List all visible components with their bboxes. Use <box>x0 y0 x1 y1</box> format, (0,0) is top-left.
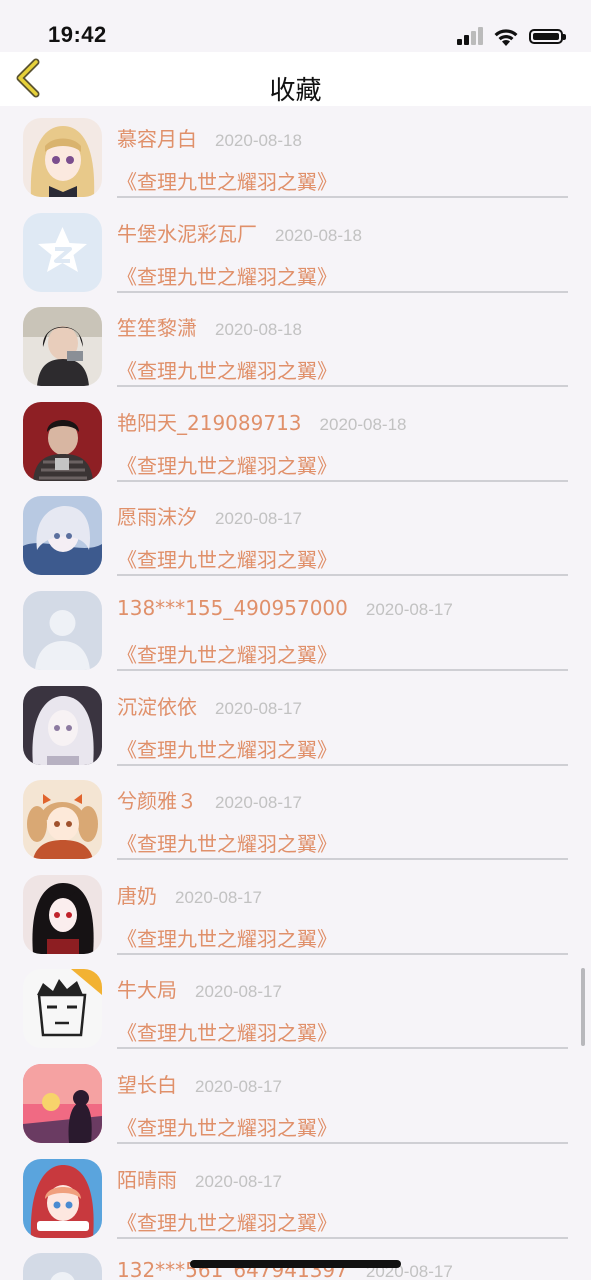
user-line: 唐奶 2020-08-17 <box>117 880 262 909</box>
divider <box>117 669 568 671</box>
favorite-date: 2020-08-17 <box>215 698 302 718</box>
avatar[interactable] <box>23 780 102 860</box>
user-line: 陌晴雨 2020-08-17 <box>117 1164 282 1193</box>
user-line: 笙笙黎潇 2020-08-18 <box>117 312 302 341</box>
user-line: 愿雨沫汐 2020-08-17 <box>117 501 302 530</box>
user-name[interactable]: 138***155_490957000 <box>117 596 348 620</box>
page-title: 收藏 <box>269 76 322 106</box>
avatar[interactable] <box>23 401 102 481</box>
favorite-item[interactable]: 唐奶 2020-08-17 《查理九世之耀羽之翼》 <box>0 863 591 958</box>
divider <box>117 385 568 388</box>
user-line: 138***155_490957000 2020-08-17 <box>117 596 453 620</box>
divider <box>117 1047 568 1050</box>
book-title-link[interactable]: 《查理九世之耀羽之翼》 <box>117 355 337 384</box>
book-title-link[interactable]: 《查理九世之耀羽之翼》 <box>117 923 337 952</box>
divider <box>117 763 568 766</box>
favorite-item[interactable]: 牛大局 2020-08-17 《查理九世之耀羽之翼》 <box>0 957 591 1052</box>
avatar[interactable] <box>23 969 102 1049</box>
status-bar: 19:42 <box>0 0 591 52</box>
favorite-item[interactable]: 艳阳天_219089713 2020-08-18 《查理九世之耀羽之翼》 <box>0 390 591 485</box>
avatar[interactable] <box>23 1158 102 1238</box>
user-name[interactable]: 望长白 <box>117 1073 177 1097</box>
book-title-link[interactable]: 《查理九世之耀羽之翼》 <box>117 1207 337 1236</box>
book-title-link[interactable]: 《查理九世之耀羽之翼》 <box>117 544 337 573</box>
user-name[interactable]: 笙笙黎潇 <box>117 316 197 340</box>
scrollbar-thumb[interactable] <box>581 968 585 1046</box>
user-name[interactable]: 艳阳天_219089713 <box>117 411 302 435</box>
cellular-signal-icon <box>457 27 485 45</box>
avatar[interactable] <box>23 1064 102 1143</box>
battery-icon <box>529 29 566 44</box>
navigation-bar: 收藏 <box>0 52 591 106</box>
user-line: 慕容月白 2020-08-18 <box>117 123 302 152</box>
avatar[interactable] <box>23 1253 102 1280</box>
user-name[interactable]: 慕容月白 <box>117 127 197 151</box>
book-title-link[interactable]: 《查理九世之耀羽之翼》 <box>117 1112 337 1141</box>
user-name[interactable]: 陌晴雨 <box>117 1168 177 1192</box>
book-title-link[interactable]: 《查理九世之耀羽之翼》 <box>117 261 337 290</box>
avatar[interactable] <box>23 874 102 954</box>
book-title-link[interactable]: 《查理九世之耀羽之翼》 <box>117 828 337 857</box>
divider <box>117 290 568 293</box>
avatar[interactable] <box>23 307 102 387</box>
divider <box>117 952 568 955</box>
favorite-item[interactable]: 慕容月白 2020-08-18 《查理九世之耀羽之翼》 <box>0 106 591 201</box>
user-line: 牛堡水泥彩瓦厂 2020-08-18 <box>117 218 362 247</box>
user-line: 兮颜雅３ 2020-08-17 <box>117 785 302 814</box>
divider <box>117 1236 568 1239</box>
book-title-link[interactable]: 《查理九世之耀羽之翼》 <box>117 166 337 195</box>
favorite-item[interactable]: 牛堡水泥彩瓦厂 2020-08-18 《查理九世之耀羽之翼》 <box>0 201 591 296</box>
favorite-date: 2020-08-18 <box>319 414 407 434</box>
user-line: 艳阳天_219089713 2020-08-18 <box>117 407 407 436</box>
favorite-date: 2020-08-17 <box>365 600 453 619</box>
favorite-item[interactable]: 望长白 2020-08-17 《查理九世之耀羽之翼》 <box>0 1052 591 1147</box>
favorite-date: 2020-08-17 <box>195 1077 282 1096</box>
user-name[interactable]: 唐奶 <box>117 884 157 908</box>
favorite-item[interactable]: 沉淀依依 2020-08-17 《查理九世之耀羽之翼》 <box>0 674 591 769</box>
favorite-date: 2020-08-17 <box>215 509 302 529</box>
avatar[interactable] <box>23 118 102 197</box>
divider <box>117 858 568 861</box>
avatar[interactable] <box>23 591 102 670</box>
avatar[interactable] <box>23 496 102 576</box>
favorite-item[interactable]: 愿雨沫汐 2020-08-17 《查理九世之耀羽之翼》 <box>0 484 591 579</box>
favorite-date: 2020-08-17 <box>175 887 262 907</box>
user-line: 牛大局 2020-08-17 <box>117 974 282 1003</box>
divider <box>117 1142 568 1144</box>
status-time: 19:42 <box>48 22 107 47</box>
favorite-date: 2020-08-18 <box>215 131 302 150</box>
user-name[interactable]: 愿雨沫汐 <box>117 505 197 529</box>
user-line: 沉淀依依 2020-08-17 <box>117 691 302 720</box>
favorite-date: 2020-08-17 <box>195 982 282 1002</box>
user-name[interactable]: 牛大局 <box>117 978 177 1002</box>
avatar[interactable] <box>23 212 102 292</box>
book-title-link[interactable]: 《查理九世之耀羽之翼》 <box>117 450 337 479</box>
user-name[interactable]: 牛堡水泥彩瓦厂 <box>117 222 257 246</box>
favorite-date: 2020-08-17 <box>215 793 302 813</box>
favorite-date: 2020-08-18 <box>275 225 362 245</box>
favorite-item[interactable]: 陌晴雨 2020-08-17 《查理九世之耀羽之翼》 <box>0 1147 591 1242</box>
home-indicator[interactable] <box>190 1260 401 1268</box>
book-title-link[interactable]: 《查理九世之耀羽之翼》 <box>117 639 337 668</box>
user-name[interactable]: 沉淀依依 <box>117 695 197 719</box>
favorite-item[interactable]: 笙笙黎潇 2020-08-18 《查理九世之耀羽之翼》 <box>0 295 591 390</box>
divider <box>117 196 568 198</box>
wifi-icon <box>494 29 518 46</box>
favorite-date: 2020-08-17 <box>195 1171 282 1191</box>
avatar[interactable] <box>23 685 102 765</box>
favorite-date: 2020-08-18 <box>215 320 302 340</box>
user-name[interactable]: 兮颜雅３ <box>117 789 197 813</box>
book-title-link[interactable]: 《查理九世之耀羽之翼》 <box>117 734 337 763</box>
favorite-item[interactable]: 兮颜雅３ 2020-08-17 《查理九世之耀羽之翼》 <box>0 768 591 863</box>
divider <box>117 574 568 577</box>
favorite-item[interactable]: 138***155_490957000 2020-08-17 《查理九世之耀羽之翼》 <box>0 579 591 674</box>
user-line: 望长白 2020-08-17 <box>117 1069 282 1098</box>
book-title-link[interactable]: 《查理九世之耀羽之翼》 <box>117 1017 337 1046</box>
favorites-list[interactable]: 慕容月白 2020-08-18 《查理九世之耀羽之翼》 牛堡水泥彩瓦厂 2020-08-… <box>0 106 591 1280</box>
divider <box>117 479 568 482</box>
